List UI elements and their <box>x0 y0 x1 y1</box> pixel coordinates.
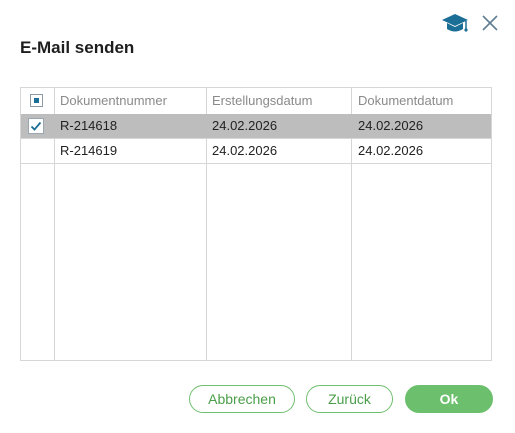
column-header-erstellungsdatum[interactable]: Erstellungsdatum <box>212 88 312 114</box>
email-dialog: E-Mail senden Dokumentnummer Erstellungs… <box>0 0 515 433</box>
cell-erstellungsdatum: 24.02.2026 <box>212 118 278 133</box>
column-header-dokumentdatum[interactable]: Dokumentdatum <box>358 88 453 114</box>
back-button[interactable]: Zurück <box>306 385 393 413</box>
cell-dokumentdatum: 24.02.2026 <box>358 143 424 158</box>
close-icon[interactable] <box>480 13 500 33</box>
graduation-cap-icon[interactable] <box>441 12 471 36</box>
table-row[interactable]: R-214619 24.02.2026 24.02.2026 <box>21 139 491 164</box>
partial-selection-mark <box>34 98 39 103</box>
dialog-title: E-Mail senden <box>20 38 135 57</box>
row-checkbox[interactable] <box>28 118 44 134</box>
table-header: Dokumentnummer Erstellungsdatum Dokument… <box>21 88 491 115</box>
cell-dokumentnummer: R-214619 <box>60 143 118 158</box>
cell-erstellungsdatum: 24.02.2026 <box>212 143 278 158</box>
cell-dokumentdatum: 24.02.2026 <box>358 118 424 133</box>
cancel-button[interactable]: Abbrechen <box>189 385 295 413</box>
ok-button[interactable]: Ok <box>405 385 493 413</box>
table-row[interactable]: R-214618 24.02.2026 24.02.2026 <box>21 114 491 139</box>
select-all-checkbox[interactable] <box>30 94 43 107</box>
column-header-dokumentnummer[interactable]: Dokumentnummer <box>60 88 167 114</box>
cell-dokumentnummer: R-214618 <box>60 118 118 133</box>
checkmark-icon <box>30 121 42 131</box>
documents-table: Dokumentnummer Erstellungsdatum Dokument… <box>20 87 492 361</box>
